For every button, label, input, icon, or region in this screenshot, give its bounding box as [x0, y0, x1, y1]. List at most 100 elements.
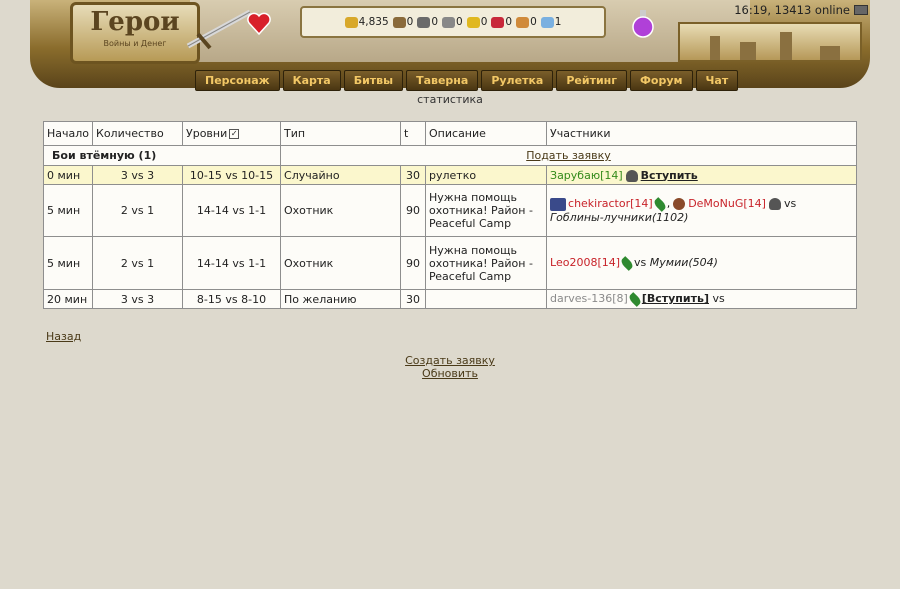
- cell-type: Случайно: [280, 165, 402, 185]
- col-start: Начало: [42, 121, 94, 146]
- resource-wood: 0: [392, 16, 413, 28]
- helmet-icon: [768, 198, 781, 211]
- cell-type: По желанию: [280, 289, 402, 309]
- leaf-icon: [627, 291, 643, 307]
- resource-mercury: 0: [442, 16, 463, 28]
- crystal-icon: [491, 16, 505, 28]
- enemy-name: Гоблины-лучники(1102): [550, 210, 689, 224]
- diamond-icon: [540, 16, 554, 28]
- logo-title: Герои: [90, 7, 180, 37]
- refresh-wrap: Обновить: [0, 367, 900, 380]
- logo-subtitle: Войны и Денег: [103, 39, 167, 48]
- table-header-row: Начало Количество Уровни ✓ Тип t Описание…: [42, 121, 857, 146]
- sulfur-icon: [466, 16, 480, 28]
- group-label: Бои втёмную (1): [42, 145, 282, 166]
- nav-tavern[interactable]: Таверна: [406, 70, 479, 91]
- resource-crystal: 0: [491, 16, 512, 28]
- cell-t: 30: [400, 289, 427, 309]
- table-row: 5 мин 2 vs 1 14-14 vs 1-1 Охотник 90 Нуж…: [42, 184, 857, 237]
- clan-icon: [673, 198, 686, 211]
- health-heart-icon[interactable]: [246, 10, 272, 36]
- table-row: 20 мин 3 vs 3 8-15 vs 8-10 По желанию 30…: [42, 289, 857, 309]
- helmet-icon: [625, 169, 638, 182]
- mana-potion-icon[interactable]: [630, 8, 656, 38]
- cell-desc: [425, 289, 548, 309]
- nav-character[interactable]: Персонаж: [195, 70, 280, 91]
- battles-table: Начало Количество Уровни ✓ Тип t Описание…: [42, 121, 857, 309]
- online-status: 16:19, 13413 online: [734, 3, 868, 17]
- castle-banner: [678, 22, 862, 62]
- mercury-icon: [442, 16, 455, 28]
- wood-icon: [392, 16, 406, 28]
- monitor-icon[interactable]: [854, 5, 868, 15]
- nav-battles[interactable]: Битвы: [343, 70, 404, 91]
- nav-forum[interactable]: Форум: [630, 70, 693, 91]
- main-nav: Персонаж Карта Битвы Таверна Рулетка Рей…: [195, 70, 739, 91]
- cell-levels: 8-15 vs 8-10: [182, 289, 282, 309]
- col-t: t: [400, 121, 427, 146]
- resource-gold: 4,835: [344, 16, 389, 28]
- cell-count: 2 vs 1: [92, 184, 184, 237]
- castle-tower: [710, 36, 720, 60]
- time-online-text: 16:19, 13413 online: [734, 3, 850, 17]
- ore-icon: [417, 16, 431, 28]
- cell-count: 3 vs 3: [92, 289, 184, 309]
- guild-icon: [550, 197, 567, 211]
- player-link[interactable]: DeMoNuG[14]: [688, 197, 766, 210]
- cell-type: Охотник: [280, 184, 402, 237]
- player-link[interactable]: Зарубаю[14]: [550, 169, 623, 182]
- join-button[interactable]: Вступить: [641, 169, 698, 182]
- castle-tower: [780, 32, 792, 60]
- resource-sulfur: 0: [466, 16, 487, 28]
- table-row: 0 мин 3 vs 3 10-15 vs 10-15 Случайно 30 …: [42, 165, 857, 185]
- cell-start: 5 мин: [42, 236, 94, 290]
- player-link[interactable]: darves-136[8]: [550, 292, 628, 305]
- player-link[interactable]: chekiractor[14]: [568, 197, 653, 210]
- player-link[interactable]: Leo2008[14]: [550, 256, 620, 269]
- create-request-link[interactable]: Создать заявку: [405, 354, 495, 367]
- cell-start: 5 мин: [42, 184, 94, 237]
- castle-tower: [740, 42, 756, 60]
- nav-map[interactable]: Карта: [282, 70, 341, 91]
- resource-diamond: 1: [540, 16, 561, 28]
- enemy-name: Мумии(504): [649, 256, 718, 270]
- col-participants: Участники: [546, 121, 857, 146]
- leaf-icon: [619, 255, 635, 271]
- col-desc: Описание: [425, 121, 548, 146]
- col-type: Тип: [280, 121, 402, 146]
- cell-start: 20 мин: [42, 289, 94, 309]
- table-row: 5 мин 2 vs 1 14-14 vs 1-1 Охотник 90 Нуж…: [42, 236, 857, 290]
- vs-text: vs: [783, 197, 797, 211]
- cell-desc: Нужна помощь охотника! Район - Peaceful …: [425, 236, 548, 290]
- cell-participants: chekiractor[14], DeMoNuG[14] vs Гоблины-лу…: [546, 184, 857, 237]
- apply-link[interactable]: Подать заявку: [526, 149, 611, 162]
- nav-rating[interactable]: Рейтинг: [556, 70, 628, 91]
- page-subtitle: статистика: [417, 93, 483, 106]
- refresh-link[interactable]: Обновить: [422, 367, 478, 380]
- resources-panel: 4,835 0 0 0 0 0 0 1: [300, 6, 606, 38]
- cell-count: 3 vs 3: [92, 165, 184, 185]
- col-count: Количество: [92, 121, 184, 146]
- group-row: Бои втёмную (1) Подать заявку: [42, 145, 857, 166]
- apply-cell: Подать заявку: [280, 145, 857, 166]
- leaf-icon: [652, 196, 668, 212]
- cell-t: 90: [400, 236, 427, 290]
- castle-tower: [820, 46, 840, 60]
- gold-icon: [344, 16, 358, 28]
- back-link[interactable]: Назад: [46, 330, 81, 343]
- nav-roulette[interactable]: Рулетка: [481, 70, 554, 91]
- cell-levels: 10-15 vs 10-15: [182, 165, 282, 185]
- resource-gems: 0: [516, 16, 537, 28]
- nav-chat[interactable]: Чат: [695, 70, 739, 91]
- cell-participants: Зарубаю[14] Вступить: [546, 165, 857, 185]
- cell-t: 90: [400, 184, 427, 237]
- cell-count: 2 vs 1: [92, 236, 184, 290]
- cell-participants: darves-136[8] [Вступить] vs: [546, 289, 857, 309]
- join-button[interactable]: [Вступить]: [642, 292, 709, 305]
- vs-text: vs: [634, 256, 647, 270]
- cell-participants: Leo2008[14] vs Мумии(504): [546, 236, 857, 290]
- gems-icon: [516, 16, 530, 28]
- cell-start: 0 мин: [42, 165, 94, 185]
- levels-checkbox[interactable]: ✓: [229, 129, 240, 139]
- cell-desc: рулетко: [425, 165, 548, 185]
